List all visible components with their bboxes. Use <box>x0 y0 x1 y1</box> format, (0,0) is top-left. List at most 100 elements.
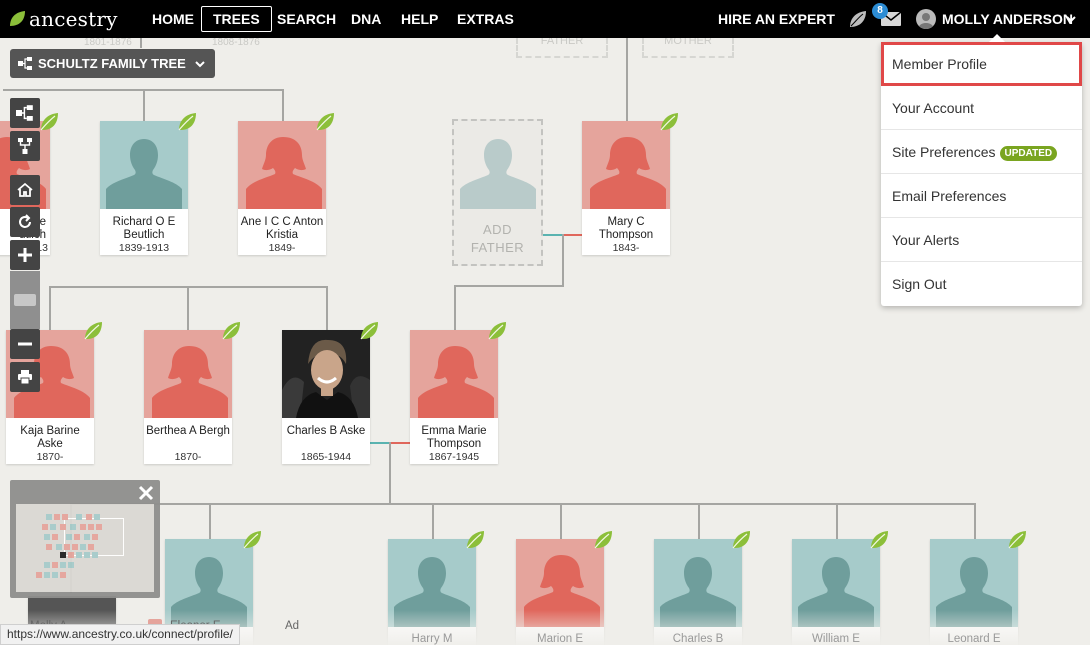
nav-search[interactable]: SEARCH <box>277 0 336 38</box>
menu-item-email-preferences[interactable]: Email Preferences <box>881 174 1082 218</box>
ghost-father-card[interactable]: FATHER <box>516 35 608 58</box>
minimap-node <box>52 572 58 578</box>
ghost-dates-left: 1801-1876 <box>84 37 132 48</box>
tree-view-icon <box>18 57 32 70</box>
child-name-william: William E <box>812 633 860 645</box>
add-father-line2: FATHER <box>470 240 525 255</box>
user-dropdown-menu: Member Profile Your Account Site Prefere… <box>881 42 1082 306</box>
minimap-node <box>54 514 60 520</box>
minimap-node <box>50 524 56 530</box>
hint-leaf-icon[interactable] <box>82 320 104 342</box>
person-dates: 1870- <box>174 451 202 463</box>
zoom-slider-handle[interactable] <box>14 294 36 306</box>
minimap-node <box>60 524 66 530</box>
tree-selector-button[interactable]: SCHULTZ FAMILY TREE <box>10 49 216 78</box>
nav-trees[interactable]: TREES <box>201 6 272 32</box>
minimap-node <box>92 534 98 540</box>
minimap-node <box>80 524 86 530</box>
chevron-down-icon[interactable] <box>1065 13 1077 25</box>
brand-name: ancestry <box>29 7 118 31</box>
menu-item-member-profile[interactable]: Member Profile <box>881 42 1082 86</box>
person-name: Berthea A Bergh <box>146 425 230 437</box>
nav-home[interactable]: HOME <box>152 0 194 38</box>
print-icon <box>18 370 32 385</box>
nav-extras[interactable]: EXTRAS <box>457 0 514 38</box>
menu-item-your-account[interactable]: Your Account <box>881 86 1082 130</box>
person-dates: 1865-1944 <box>300 451 352 463</box>
family-view-button[interactable] <box>10 131 40 161</box>
hint-leaf-icon[interactable] <box>658 111 680 133</box>
person-name: Emma Marie Thompson <box>421 425 487 450</box>
minimap-node <box>62 514 68 520</box>
close-icon[interactable] <box>136 483 156 503</box>
print-button[interactable] <box>10 362 40 392</box>
hint-leaf-icon[interactable] <box>486 320 508 342</box>
person-name: Kaja Barine Aske <box>20 425 80 450</box>
pedigree-view-button[interactable] <box>10 98 40 128</box>
person-card-charles[interactable]: Charles B Aske 1865-1944 <box>282 330 370 464</box>
hint-leaf-icon[interactable] <box>868 529 890 551</box>
person-card-richard[interactable]: Richard O E Beutlich 1839-1913 <box>100 121 188 255</box>
zoom-out-button[interactable] <box>10 329 40 359</box>
home-person-button[interactable] <box>10 175 40 205</box>
minimap-node <box>66 534 72 540</box>
hire-expert-link[interactable]: HIRE AN EXPERT <box>718 0 835 38</box>
female-silhouette-icon <box>238 121 326 209</box>
mail-count-badge: 8 <box>872 3 888 19</box>
child-name-harry: Harry M <box>411 633 453 645</box>
minimap-node <box>60 562 66 568</box>
minimap-node <box>74 534 80 540</box>
minimap-node <box>68 562 74 568</box>
menu-item-your-alerts[interactable]: Your Alerts <box>881 218 1082 262</box>
person-card-emma[interactable]: Emma Marie Thompson 1867-1945 <box>410 330 498 464</box>
ghost-mother-card[interactable]: MOTHER <box>642 35 734 58</box>
hints-leaf-icon[interactable] <box>848 9 868 29</box>
hint-leaf-icon[interactable] <box>241 529 263 551</box>
person-photo <box>282 330 370 418</box>
minimap-canvas[interactable] <box>16 504 154 592</box>
minimap-focus-node <box>60 552 66 558</box>
male-silhouette-icon <box>100 121 188 209</box>
hint-leaf-icon[interactable] <box>38 111 60 133</box>
zoom-in-button[interactable] <box>10 240 40 270</box>
hint-leaf-icon[interactable] <box>314 111 336 133</box>
minimap-node <box>88 524 94 530</box>
hint-leaf-icon[interactable] <box>358 320 380 342</box>
user-menu-button[interactable]: MOLLY ANDERSON <box>942 0 1073 38</box>
hint-leaf-icon[interactable] <box>592 529 614 551</box>
ancestry-leaf-icon <box>10 11 25 26</box>
minus-icon <box>18 342 32 346</box>
minimap-node <box>72 544 78 550</box>
dropdown-caret <box>989 34 1005 42</box>
hint-leaf-icon[interactable] <box>176 111 198 133</box>
chevron-down-icon <box>195 61 206 68</box>
user-avatar-icon[interactable] <box>916 9 936 29</box>
menu-item-sign-out[interactable]: Sign Out <box>881 262 1082 306</box>
person-name: Charles B Aske <box>286 425 366 437</box>
nav-dna[interactable]: DNA <box>351 0 381 38</box>
top-navigation-bar: ancestry HOME TREES SEARCH DNA HELP EXTR… <box>0 0 1090 38</box>
person-dates: 1843- <box>612 242 640 254</box>
minimap-node <box>84 534 90 540</box>
minimap-node <box>80 544 86 550</box>
menu-item-site-preferences[interactable]: Site Preferences UPDATED <box>881 130 1082 174</box>
female-silhouette-icon <box>144 330 232 418</box>
nav-help[interactable]: HELP <box>401 0 438 38</box>
reset-view-button[interactable] <box>10 207 40 237</box>
minimap-node <box>60 572 66 578</box>
person-card-mary[interactable]: Mary C Thompson 1843- <box>582 121 670 255</box>
minimap-node <box>86 514 92 520</box>
female-silhouette-icon <box>582 121 670 209</box>
person-card-berthea[interactable]: Berthea A Bergh 1870- <box>144 330 232 464</box>
ancestry-logo[interactable]: ancestry <box>8 7 118 31</box>
pedigree-view-icon <box>16 105 33 121</box>
person-name: Ane I C C Anton Kristia <box>240 216 324 241</box>
person-card-ane[interactable]: Ane I C C Anton Kristia 1849- <box>238 121 326 255</box>
minimap-node <box>64 544 70 550</box>
hint-leaf-icon[interactable] <box>464 529 486 551</box>
minimap-node <box>92 552 98 558</box>
hint-leaf-icon[interactable] <box>220 320 242 342</box>
hint-leaf-icon[interactable] <box>1006 529 1028 551</box>
hint-leaf-icon[interactable] <box>730 529 752 551</box>
add-father-card[interactable]: ADD FATHER <box>452 119 543 266</box>
